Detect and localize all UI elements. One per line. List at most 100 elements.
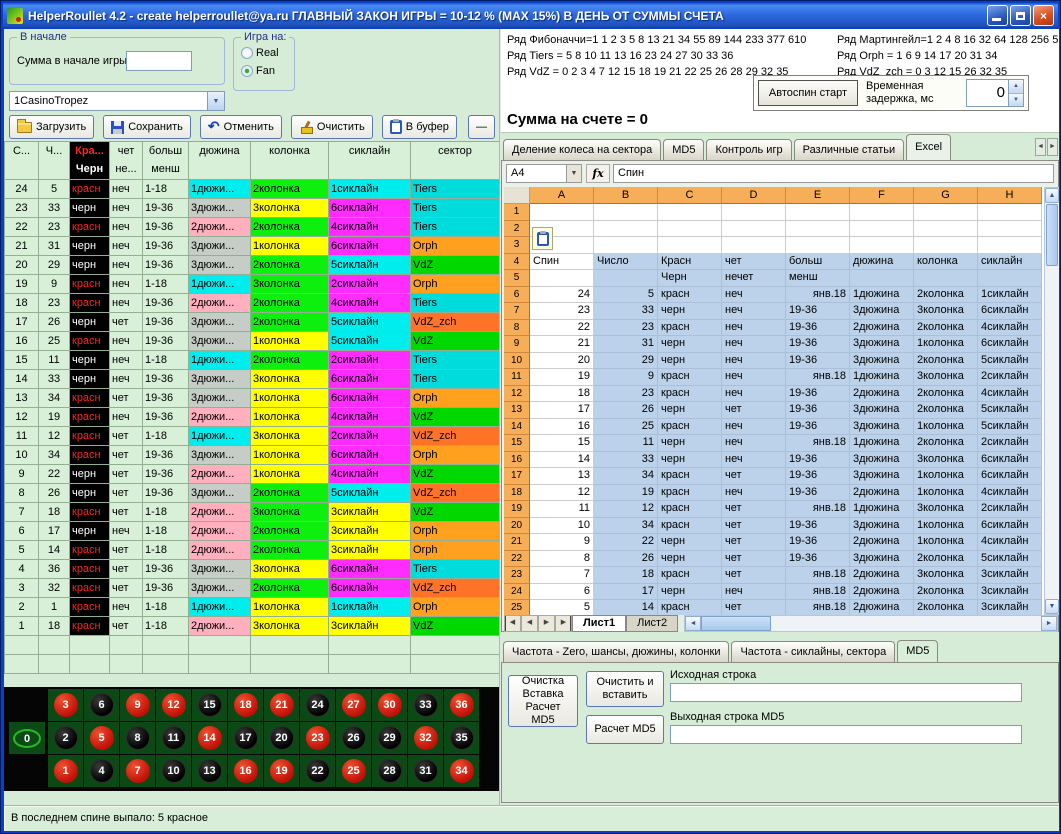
md5-output-input[interactable] [670,725,1022,744]
cell-E24[interactable]: янв.18 [786,584,850,601]
roulette-cell-12[interactable]: 12 [156,689,191,721]
cell-F6[interactable]: 1дюжина [850,287,914,304]
cell-A22[interactable]: 8 [530,551,594,568]
row-header-1[interactable]: 1 [504,204,530,221]
cell-E1[interactable] [786,204,850,221]
cell-A21[interactable]: 9 [530,534,594,551]
cell-B7[interactable]: 33 [594,303,658,320]
cell-E12[interactable]: 19-36 [786,386,850,403]
cell-E4[interactable]: больш [786,254,850,271]
roulette-cell-14[interactable]: 14 [192,722,227,754]
namebox-dropdown-icon[interactable]: ▼ [566,165,581,182]
cell-B3[interactable] [594,237,658,254]
cell-B12[interactable]: 23 [594,386,658,403]
tab-scroll-right-icon[interactable]: ► [1047,138,1058,156]
roulette-cell-15[interactable]: 15 [192,689,227,721]
excel-vscrollbar[interactable]: ▲ ▼ [1044,187,1059,615]
row-header-12[interactable]: 12 [504,386,530,403]
row-header-14[interactable]: 14 [504,419,530,436]
roulette-cell-29[interactable]: 29 [372,722,407,754]
row-header-9[interactable]: 9 [504,336,530,353]
fx-button[interactable]: fx [586,164,610,183]
cell-C12[interactable]: красн [658,386,722,403]
roulette-cell-24[interactable]: 24 [300,689,335,721]
roulette-cell-10[interactable]: 10 [156,755,191,787]
toolbar-button-1[interactable]: Загрузить [9,115,94,139]
row-header-21[interactable]: 21 [504,534,530,551]
row-header-25[interactable]: 25 [504,600,530,615]
hscroll-thumb[interactable] [701,616,771,631]
cell-G14[interactable]: 1колонка [914,419,978,436]
column-header-E[interactable]: E [786,187,850,204]
cell-F11[interactable]: 1дюжина [850,369,914,386]
cell-F5[interactable] [850,270,914,287]
cell-F12[interactable]: 2дюжина [850,386,914,403]
cell-D2[interactable] [722,221,786,238]
roulette-cell-13[interactable]: 13 [192,755,227,787]
cell-F2[interactable] [850,221,914,238]
sheet-nav-first-icon[interactable]: ◀ [504,615,521,632]
cell-D8[interactable]: неч [722,320,786,337]
column-header-C[interactable]: C [658,187,722,204]
spin-up-icon[interactable]: ▲ [1009,80,1023,94]
cell-B6[interactable]: 5 [594,287,658,304]
roulette-cell-22[interactable]: 22 [300,755,335,787]
sheet-nav-prev-icon[interactable]: ◀ [521,615,538,632]
cell-G17[interactable]: 1колонка [914,468,978,485]
cell-A15[interactable]: 15 [530,435,594,452]
cell-name-box[interactable]: A4 ▼ [506,164,582,183]
cell-E16[interactable]: 19-36 [786,452,850,469]
cell-D18[interactable]: неч [722,485,786,502]
cell-A23[interactable]: 7 [530,567,594,584]
row-header-17[interactable]: 17 [504,468,530,485]
cell-G18[interactable]: 1колонка [914,485,978,502]
cell-E13[interactable]: 19-36 [786,402,850,419]
cell-G13[interactable]: 2колонка [914,402,978,419]
excel-hscrollbar[interactable]: ◄ ► [684,615,1058,632]
scroll-up-icon[interactable]: ▲ [1045,188,1059,203]
roulette-cell-19[interactable]: 19 [264,755,299,787]
cell-G1[interactable] [914,204,978,221]
cell-B8[interactable]: 23 [594,320,658,337]
cell-G5[interactable] [914,270,978,287]
cell-E18[interactable]: 19-36 [786,485,850,502]
cell-D6[interactable]: неч [722,287,786,304]
cell-E7[interactable]: 19-36 [786,303,850,320]
row-header-6[interactable]: 6 [504,287,530,304]
cell-A9[interactable]: 21 [530,336,594,353]
cell-F4[interactable]: дюжина [850,254,914,271]
cell-F1[interactable] [850,204,914,221]
cell-G10[interactable]: 2колонка [914,353,978,370]
roulette-cell-16[interactable]: 16 [228,755,263,787]
cell-A20[interactable]: 10 [530,518,594,535]
row-header-24[interactable]: 24 [504,584,530,601]
cell-G2[interactable] [914,221,978,238]
scroll-down-icon[interactable]: ▼ [1045,599,1059,614]
row-header-4[interactable]: 4 [504,254,530,271]
cell-H2[interactable] [978,221,1042,238]
cell-A5[interactable] [530,270,594,287]
cell-C9[interactable]: черн [658,336,722,353]
bottom-tab-2[interactable]: Частота - сиклайны, сектора [731,641,895,662]
row-header-22[interactable]: 22 [504,551,530,568]
cell-C24[interactable]: черн [658,584,722,601]
cell-F14[interactable]: 3дюжина [850,419,914,436]
roulette-cell-34[interactable]: 34 [444,755,479,787]
roulette-cell-8[interactable]: 8 [120,722,155,754]
cell-A19[interactable]: 11 [530,501,594,518]
cell-H4[interactable]: сиклайн [978,254,1042,271]
cell-D17[interactable]: чет [722,468,786,485]
cell-C16[interactable]: черн [658,452,722,469]
cell-H20[interactable]: 6сиклайн [978,518,1042,535]
cell-D20[interactable]: чет [722,518,786,535]
cell-H13[interactable]: 5сиклайн [978,402,1042,419]
cell-G6[interactable]: 2колонка [914,287,978,304]
cell-A14[interactable]: 16 [530,419,594,436]
cell-H9[interactable]: 6сиклайн [978,336,1042,353]
sheet-tab-2[interactable]: Лист2 [626,615,678,632]
row-header-15[interactable]: 15 [504,435,530,452]
cell-G7[interactable]: 3колонка [914,303,978,320]
cell-G12[interactable]: 2колонка [914,386,978,403]
cell-E15[interactable]: янв.18 [786,435,850,452]
tab-2[interactable]: MD5 [663,139,704,160]
